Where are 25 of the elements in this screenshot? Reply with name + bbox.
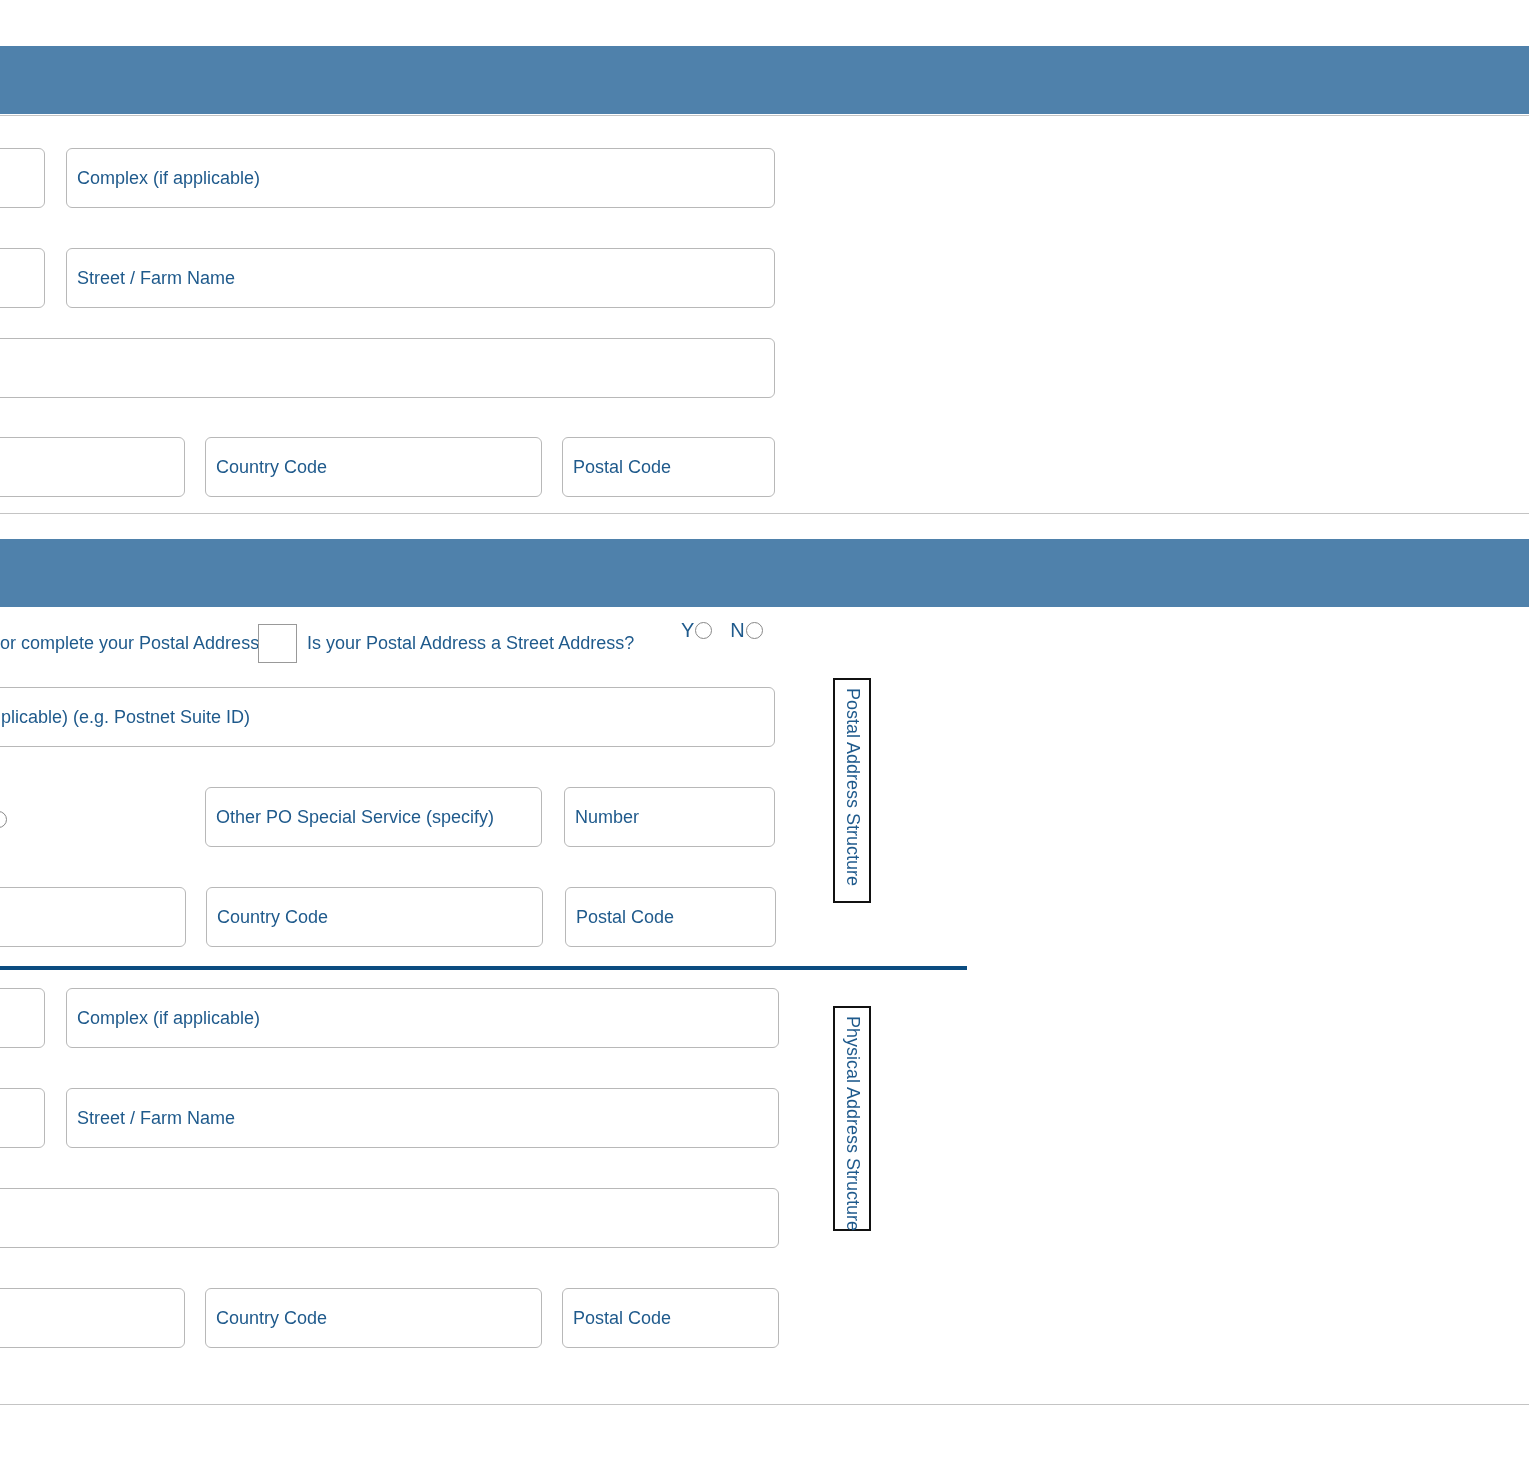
section-side-label: Postal Address Structure (833, 678, 871, 903)
number-field[interactable]: Number (564, 787, 775, 847)
text-field[interactable] (0, 1288, 185, 1348)
instruction-text: or complete your Postal Address (0, 632, 258, 654)
text-field[interactable] (0, 1188, 779, 1248)
country-code-field[interactable]: Country Code (205, 1288, 542, 1348)
text-field[interactable] (0, 338, 775, 398)
postal-code-field[interactable]: Postal Code (562, 1288, 779, 1348)
checkbox[interactable] (258, 623, 297, 663)
radio-option[interactable]: N (730, 619, 763, 642)
postal-code-field[interactable]: Postal Code (565, 887, 776, 947)
section-side-label: Physical Address Structure (833, 1006, 871, 1231)
complex-field[interactable]: Complex (if applicable) (66, 148, 775, 208)
special-service-field[interactable]: Other PO Special Service (specify) (205, 787, 542, 847)
street-field[interactable]: Street / Farm Name (66, 1088, 779, 1148)
text-field[interactable] (0, 437, 185, 497)
question-text: Is your Postal Address a Street Address? (307, 632, 636, 654)
street-field[interactable]: Street / Farm Name (66, 248, 775, 308)
country-code-field[interactable]: Country Code (205, 437, 542, 497)
complex-field[interactable]: Complex (if applicable) (66, 988, 779, 1048)
radio-option[interactable]: Y (681, 619, 713, 642)
suite-field[interactable]: plicable) (e.g. Postnet Suite ID) (0, 687, 775, 747)
country-code-field[interactable]: Country Code (206, 887, 543, 947)
postal-code-field[interactable]: Postal Code (562, 437, 775, 497)
text-field[interactable] (0, 887, 186, 947)
